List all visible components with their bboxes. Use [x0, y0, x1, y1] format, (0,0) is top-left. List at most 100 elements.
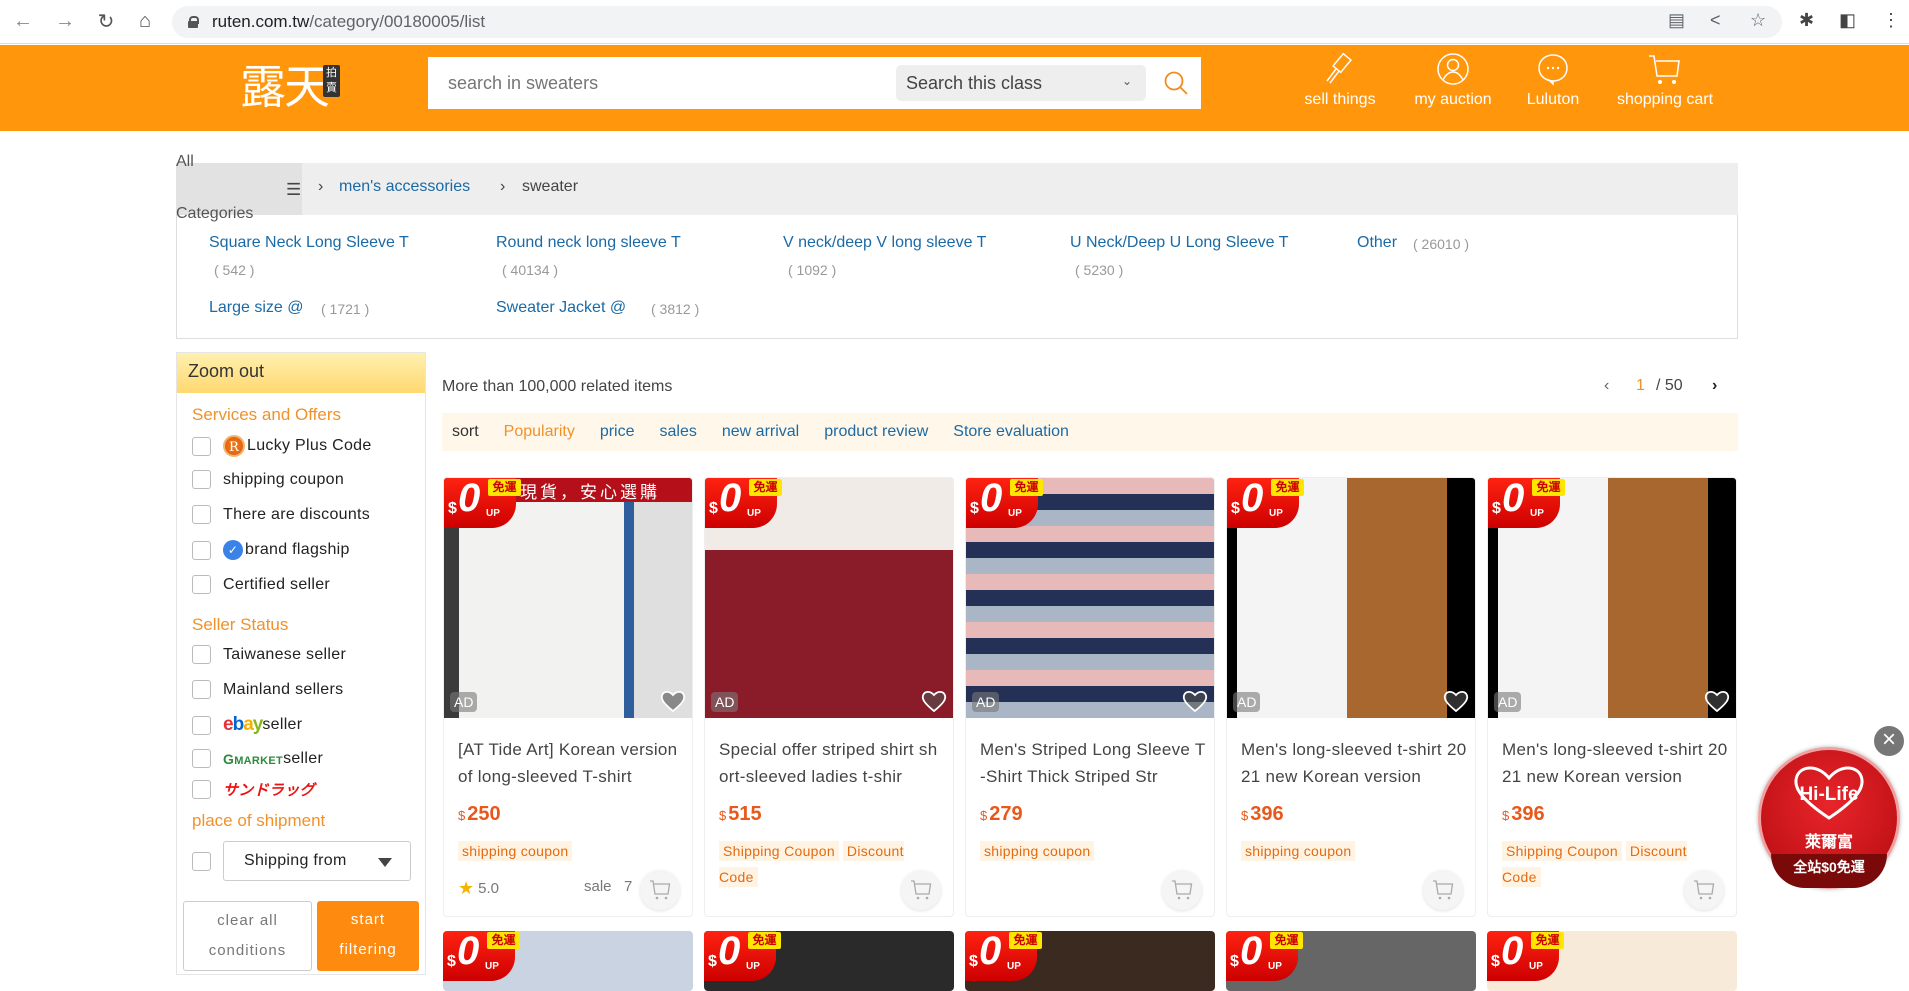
site-logo[interactable]: 露天 拍賣 [240, 59, 340, 115]
favorite-heart-icon[interactable] [1182, 688, 1208, 714]
sort-product-review[interactable]: product review [824, 423, 928, 441]
favorite-heart-icon[interactable] [1704, 688, 1730, 714]
clear-all-conditions-button[interactable]: clear all conditions [183, 901, 312, 971]
product-card[interactable]: $0 UP 免運 AD Special offer striped shirt shor… [704, 477, 954, 917]
add-to-cart-button[interactable] [1162, 870, 1202, 910]
search-icon[interactable] [1163, 70, 1189, 96]
add-to-cart-button[interactable] [640, 870, 680, 910]
translate-icon[interactable]: ▤ [1668, 10, 1685, 31]
categories-label[interactable]: Categories [176, 205, 253, 223]
product-price: $279 [980, 803, 1023, 825]
product-card[interactable]: $0 UP 免運 AD Men's long-sleeved t-shirt 2021 … [1226, 477, 1476, 917]
checkbox[interactable] [192, 540, 211, 560]
filter-gmarket-seller[interactable]: GMARKET seller [192, 749, 323, 768]
sort-sales[interactable]: sales [660, 423, 697, 441]
extensions-icon[interactable]: ✱ [1799, 10, 1814, 31]
filter-taiwanese-seller[interactable]: Taiwanese seller [192, 645, 346, 664]
forward-icon[interactable]: → [54, 10, 76, 32]
search-input[interactable] [448, 72, 888, 94]
add-to-cart-button[interactable] [1684, 870, 1724, 910]
menu-icon[interactable]: ⋮ [1882, 10, 1900, 31]
favorite-heart-icon[interactable] [1443, 688, 1469, 714]
next-page-icon[interactable]: › [1712, 377, 1717, 395]
product-image[interactable]: $0 UP 免運 AD [1488, 478, 1736, 718]
home-icon[interactable]: ⌂ [134, 10, 156, 32]
sidebar-title[interactable]: Zoom out [177, 353, 425, 393]
filter-discounts[interactable]: There are discounts [192, 505, 370, 524]
product-image[interactable]: $0 UP 免運 AD [705, 478, 953, 718]
add-to-cart-button[interactable] [1423, 870, 1463, 910]
cart-icon [911, 880, 932, 900]
sort-popularity[interactable]: Popularity [504, 423, 575, 441]
filter-ebay-seller[interactable]: ebay seller [192, 714, 302, 736]
product-card[interactable]: $0 UP 免運 [443, 931, 693, 991]
category-link[interactable]: Square Neck Long Sleeve T [209, 234, 409, 252]
product-card[interactable]: $0 UP 免運 AD Men's long-sleeved t-shirt 2021 … [1487, 477, 1737, 917]
category-link[interactable]: Large size @ [209, 299, 304, 317]
nav-my-auction[interactable]: my auction [1408, 45, 1498, 131]
nav-sell-things[interactable]: sell things [1300, 45, 1380, 131]
checkbox[interactable] [192, 680, 211, 699]
back-icon[interactable]: ← [12, 10, 34, 32]
sort-price[interactable]: price [600, 423, 635, 441]
prev-page-icon[interactable]: ‹ [1604, 377, 1609, 395]
product-title[interactable]: Men's Striped Long Sleeve T-Shirt Thick … [980, 736, 1206, 790]
sidepanel-icon[interactable]: ◧ [1839, 10, 1856, 31]
nav-luluton[interactable]: Luluton [1520, 45, 1586, 131]
favorite-heart-icon[interactable] [921, 688, 947, 714]
product-card[interactable]: $0 UP 免運 AD Men's Striped Long Sleeve T-Shir… [965, 477, 1215, 917]
shipping-from-select[interactable]: Shipping from [223, 841, 411, 881]
checkbox[interactable] [192, 749, 211, 768]
product-card[interactable]: $0 UP 免運 [965, 931, 1215, 991]
favorite-heart-icon[interactable] [660, 688, 686, 714]
verified-badge-icon: ✓ [223, 540, 243, 560]
filter-brand-flagship[interactable]: ✓ brand flagship [192, 540, 350, 560]
hilife-brand: Hi-Life [1799, 784, 1859, 805]
chat-icon [1538, 54, 1568, 86]
category-link[interactable]: Other [1357, 234, 1397, 252]
star-icon[interactable]: ☆ [1750, 10, 1766, 31]
product-card[interactable]: $0 UP 免運 [1487, 931, 1737, 991]
product-image[interactable]: $0 UP 免運 AD [1227, 478, 1475, 718]
filter-shipping-coupon[interactable]: shipping coupon [192, 470, 344, 489]
product-title[interactable]: Men's long-sleeved t-shirt 2021 new Kore… [1241, 736, 1467, 790]
start-filtering-button[interactable]: start filtering [317, 901, 419, 971]
filter-lucky-plus-code[interactable]: R Lucky Plus Code [192, 435, 372, 457]
address-bar[interactable]: ruten.com.tw/category/00180005/list [172, 6, 1782, 38]
all-label[interactable]: All [176, 153, 194, 171]
checkbox[interactable] [192, 780, 211, 799]
product-card[interactable]: $0 UP 免運 [1226, 931, 1476, 991]
filter-certified-seller[interactable]: Certified seller [192, 575, 330, 594]
close-ad-icon[interactable]: × [1874, 726, 1904, 756]
product-image[interactable]: $0 UP 免運 AD [966, 478, 1214, 718]
checkbox[interactable] [192, 715, 211, 735]
category-link[interactable]: U Neck/Deep U Long Sleeve T [1070, 234, 1288, 252]
share-icon[interactable]: < [1710, 10, 1721, 31]
category-link[interactable]: Round neck long sleeve T [496, 234, 681, 252]
search-scope-select[interactable]: Search this class ⌄ [896, 65, 1146, 101]
checkbox[interactable] [192, 575, 211, 594]
reload-icon[interactable]: ↻ [95, 10, 117, 33]
category-link[interactable]: Sweater Jacket @ [496, 299, 626, 317]
checkbox[interactable] [192, 505, 211, 524]
product-image[interactable]: 現貨，安心選購 $0 UP 免運 AD [444, 478, 692, 718]
add-to-cart-button[interactable] [901, 870, 941, 910]
filter-sundrug-seller[interactable]: サンドラッグ [192, 779, 315, 800]
sort-store-evaluation[interactable]: Store evaluation [953, 423, 1069, 441]
nav-shopping-cart[interactable]: shopping cart [1610, 45, 1720, 131]
checkbox[interactable] [192, 470, 211, 489]
checkbox[interactable] [192, 436, 211, 456]
product-title[interactable]: Special offer striped shirt short-sleeve… [719, 736, 945, 790]
category-link[interactable]: V neck/deep V long sleeve T [783, 234, 986, 252]
product-card[interactable]: 現貨，安心選購 $0 UP 免運 AD [AT Tide Art] Korean vers… [443, 477, 693, 917]
breadcrumb-mens-accessories[interactable]: men's accessories [339, 178, 470, 196]
checkbox[interactable] [192, 645, 211, 664]
product-card[interactable]: $0 UP 免運 [704, 931, 954, 991]
checkbox[interactable] [192, 851, 211, 871]
filter-mainland-sellers[interactable]: Mainland sellers [192, 680, 343, 699]
sort-new-arrival[interactable]: new arrival [722, 423, 799, 441]
hilife-floating-ad[interactable]: Hi-Life 萊爾富 全站$0免運 [1758, 747, 1900, 889]
product-title[interactable]: [AT Tide Art] Korean version of long-sle… [458, 736, 684, 790]
hamburger-menu-icon[interactable]: ☰ [286, 180, 301, 200]
product-title[interactable]: Men's long-sleeved t-shirt 2021 new Kore… [1502, 736, 1728, 790]
